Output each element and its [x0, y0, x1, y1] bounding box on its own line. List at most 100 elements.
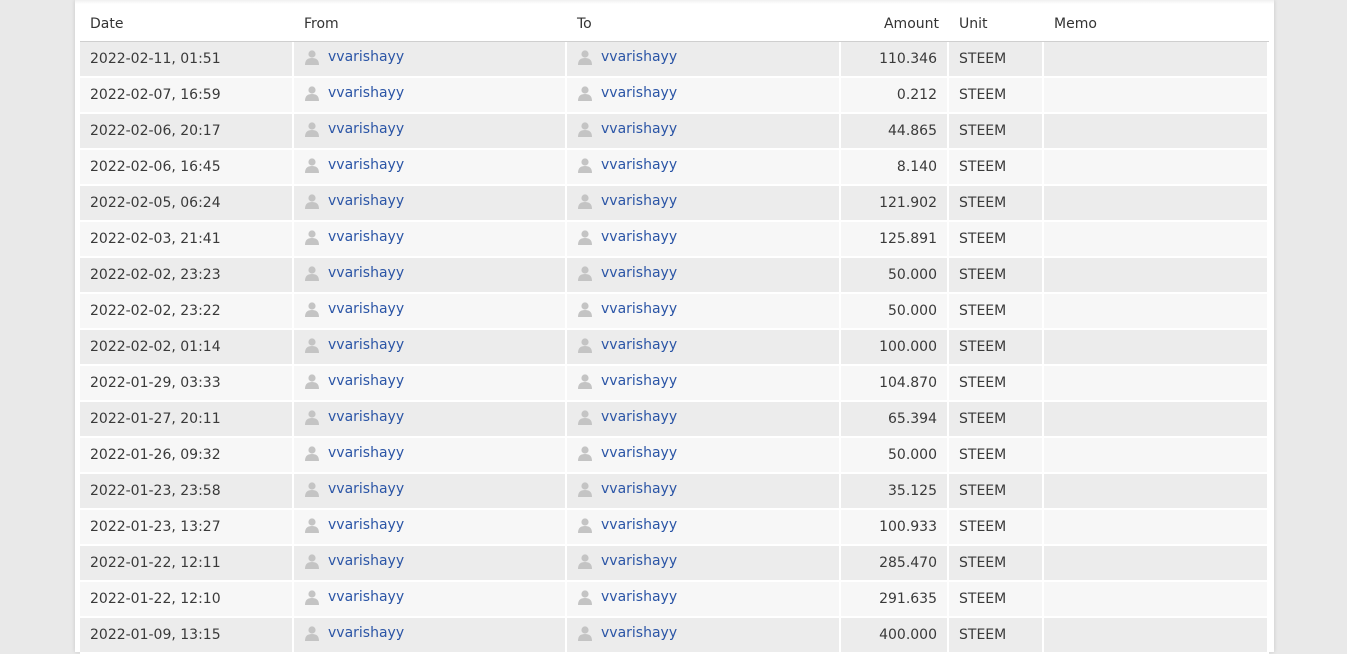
from-user-link[interactable]: vvarishayy: [328, 625, 404, 641]
to-user[interactable]: vvarishayy: [577, 589, 677, 605]
user-avatar-icon: [304, 301, 320, 317]
to-user[interactable]: vvarishayy: [577, 337, 677, 353]
from-user[interactable]: vvarishayy: [304, 445, 404, 461]
from-user-link[interactable]: vvarishayy: [328, 157, 404, 173]
from-user[interactable]: vvarishayy: [304, 625, 404, 641]
to-cell: vvarishayy: [567, 42, 841, 78]
date-cell: 2022-02-02, 01:14: [80, 330, 294, 366]
to-user[interactable]: vvarishayy: [577, 301, 677, 317]
from-cell: vvarishayy: [294, 366, 567, 402]
from-user-link[interactable]: vvarishayy: [328, 301, 404, 317]
unit-cell: STEEM: [949, 546, 1044, 582]
from-user-link[interactable]: vvarishayy: [328, 49, 404, 65]
to-user-link[interactable]: vvarishayy: [601, 553, 677, 569]
to-user-link[interactable]: vvarishayy: [601, 301, 677, 317]
from-user[interactable]: vvarishayy: [304, 553, 404, 569]
to-cell: vvarishayy: [567, 510, 841, 546]
from-user-link[interactable]: vvarishayy: [328, 409, 404, 425]
from-user[interactable]: vvarishayy: [304, 121, 404, 137]
to-user[interactable]: vvarishayy: [577, 157, 677, 173]
amount-cell: 110.346: [841, 42, 949, 78]
to-user-link[interactable]: vvarishayy: [601, 445, 677, 461]
unit-cell: STEEM: [949, 402, 1044, 438]
to-user-link[interactable]: vvarishayy: [601, 481, 677, 497]
to-cell: vvarishayy: [567, 258, 841, 294]
to-user[interactable]: vvarishayy: [577, 373, 677, 389]
from-user-link[interactable]: vvarishayy: [328, 481, 404, 497]
user-avatar-icon: [577, 481, 593, 497]
from-cell: vvarishayy: [294, 294, 567, 330]
user-avatar-icon: [304, 265, 320, 281]
from-user-link[interactable]: vvarishayy: [328, 121, 404, 137]
to-user[interactable]: vvarishayy: [577, 517, 677, 533]
from-user[interactable]: vvarishayy: [304, 301, 404, 317]
from-user[interactable]: vvarishayy: [304, 229, 404, 245]
from-user-link[interactable]: vvarishayy: [328, 337, 404, 353]
to-user[interactable]: vvarishayy: [577, 265, 677, 281]
amount-cell: 50.000: [841, 438, 949, 474]
from-cell: vvarishayy: [294, 78, 567, 114]
from-user[interactable]: vvarishayy: [304, 409, 404, 425]
user-avatar-icon: [304, 409, 320, 425]
from-user-link[interactable]: vvarishayy: [328, 265, 404, 281]
from-user[interactable]: vvarishayy: [304, 481, 404, 497]
to-user-link[interactable]: vvarishayy: [601, 337, 677, 353]
table-body: 2022-02-11, 01:51 vvarishayy vvarishayy 110…: [80, 42, 1269, 654]
from-user[interactable]: vvarishayy: [304, 517, 404, 533]
to-user-link[interactable]: vvarishayy: [601, 625, 677, 641]
to-user-link[interactable]: vvarishayy: [601, 157, 677, 173]
amount-cell: 285.470: [841, 546, 949, 582]
from-user-link[interactable]: vvarishayy: [328, 517, 404, 533]
from-user-link[interactable]: vvarishayy: [328, 85, 404, 101]
to-user[interactable]: vvarishayy: [577, 85, 677, 101]
from-user[interactable]: vvarishayy: [304, 265, 404, 281]
to-user-link[interactable]: vvarishayy: [601, 121, 677, 137]
user-avatar-icon: [304, 157, 320, 173]
table-row: 2022-01-26, 09:32 vvarishayy vvarishayy 50.…: [80, 438, 1269, 474]
to-user[interactable]: vvarishayy: [577, 49, 677, 65]
from-user-link[interactable]: vvarishayy: [328, 373, 404, 389]
to-user[interactable]: vvarishayy: [577, 229, 677, 245]
user-avatar-icon: [304, 49, 320, 65]
from-user[interactable]: vvarishayy: [304, 589, 404, 605]
to-user-link[interactable]: vvarishayy: [601, 265, 677, 281]
to-user-link[interactable]: vvarishayy: [601, 85, 677, 101]
from-user[interactable]: vvarishayy: [304, 337, 404, 353]
panel-top-edge: [75, 0, 1274, 4]
to-user-link[interactable]: vvarishayy: [601, 193, 677, 209]
from-user-link[interactable]: vvarishayy: [328, 445, 404, 461]
to-user[interactable]: vvarishayy: [577, 553, 677, 569]
to-cell: vvarishayy: [567, 222, 841, 258]
to-cell: vvarishayy: [567, 546, 841, 582]
table-header-row: Date From To Amount Unit Memo: [80, 7, 1269, 42]
to-user[interactable]: vvarishayy: [577, 445, 677, 461]
from-user[interactable]: vvarishayy: [304, 373, 404, 389]
to-cell: vvarishayy: [567, 474, 841, 510]
to-user-link[interactable]: vvarishayy: [601, 589, 677, 605]
to-user[interactable]: vvarishayy: [577, 409, 677, 425]
to-user-link[interactable]: vvarishayy: [601, 517, 677, 533]
from-user[interactable]: vvarishayy: [304, 157, 404, 173]
to-user-link[interactable]: vvarishayy: [601, 409, 677, 425]
from-user-link[interactable]: vvarishayy: [328, 589, 404, 605]
to-user-link[interactable]: vvarishayy: [601, 49, 677, 65]
date-cell: 2022-02-03, 21:41: [80, 222, 294, 258]
to-user[interactable]: vvarishayy: [577, 193, 677, 209]
to-user[interactable]: vvarishayy: [577, 481, 677, 497]
from-user[interactable]: vvarishayy: [304, 49, 404, 65]
to-user-link[interactable]: vvarishayy: [601, 229, 677, 245]
unit-cell: STEEM: [949, 78, 1044, 114]
from-user[interactable]: vvarishayy: [304, 85, 404, 101]
from-user[interactable]: vvarishayy: [304, 193, 404, 209]
to-user[interactable]: vvarishayy: [577, 625, 677, 641]
table-row: 2022-01-09, 13:15 vvarishayy vvarishayy 400…: [80, 618, 1269, 654]
from-user-link[interactable]: vvarishayy: [328, 553, 404, 569]
user-avatar-icon: [304, 373, 320, 389]
table-row: 2022-01-29, 03:33 vvarishayy vvarishayy 104…: [80, 366, 1269, 402]
to-user-link[interactable]: vvarishayy: [601, 373, 677, 389]
from-user-link[interactable]: vvarishayy: [328, 229, 404, 245]
to-user[interactable]: vvarishayy: [577, 121, 677, 137]
table-row: 2022-02-02, 23:22 vvarishayy vvarishayy 50.…: [80, 294, 1269, 330]
unit-cell: STEEM: [949, 438, 1044, 474]
from-user-link[interactable]: vvarishayy: [328, 193, 404, 209]
